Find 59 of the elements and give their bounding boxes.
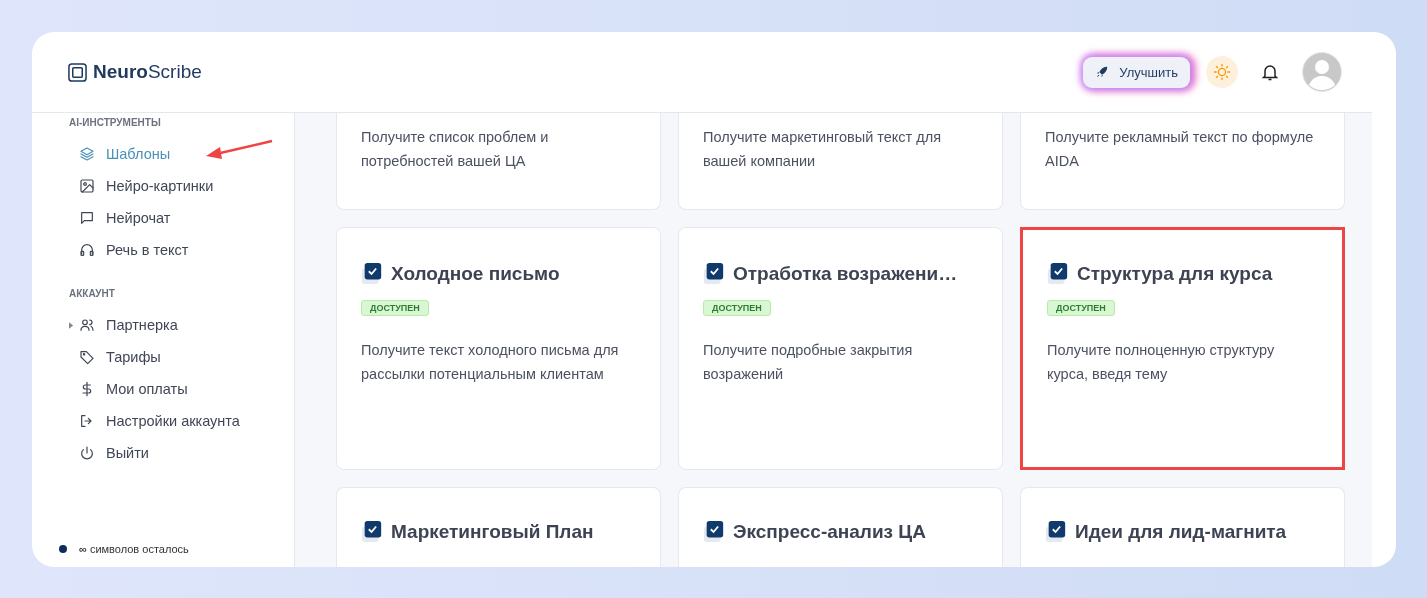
sidebar-item[interactable]: Нейрочат (69, 202, 294, 234)
card-title: Идеи для лид-магнита (1075, 521, 1287, 543)
sidebar-item[interactable]: Партнерка (69, 309, 294, 341)
card-title: Экспресс-анализ ЦА (733, 521, 926, 543)
card-description: Получите полноценную структуру курса, введя тему (1047, 341, 1276, 384)
section-heading: AI-ИНСТРУМЕНТЫ (69, 117, 162, 128)
card-title: Маркетинговый План (391, 521, 594, 543)
template-card[interactable]: Получите маркетинговый текст для вашей компании (678, 113, 1003, 210)
card-description: Получите подробные закрытия возражений (703, 341, 914, 384)
rocket-icon (1095, 65, 1110, 79)
sun-icon (1213, 63, 1231, 81)
chat-bubble-icon (79, 210, 95, 226)
sidebar-item[interactable]: Настройки аккаунта (69, 405, 294, 437)
headphones-icon (79, 242, 95, 258)
template-card[interactable]: Маркетинговый План (336, 487, 661, 567)
sidebar-item[interactable]: Тарифы (69, 341, 294, 373)
section-heading: АККАУНТ (69, 288, 116, 299)
bell-icon[interactable] (1260, 62, 1280, 82)
status-dot-icon (59, 545, 67, 553)
symbols-left-text: ∞ символов осталось (79, 543, 189, 555)
card-title: Структура для курса (1077, 263, 1273, 285)
status-badge: ДОСТУПЕН (361, 300, 429, 316)
card-title: Отработка возражени… (733, 263, 958, 285)
checkbox-icon (361, 262, 383, 286)
checkbox-icon (1047, 262, 1069, 286)
image-icon (79, 178, 95, 194)
template-card[interactable]: Идеи для лид-магнита (1020, 487, 1345, 567)
checkbox-icon (361, 520, 383, 544)
template-card[interactable]: Холодное письмо ДОСТУПЕН Получите текст холодного письма для рассылки потенциальным клиентам (336, 227, 661, 470)
logo-icon (68, 62, 87, 82)
sidebar-item[interactable]: Нейро-картинки (69, 170, 294, 202)
sidebar-item[interactable]: Речь в текст (69, 234, 294, 266)
template-card[interactable]: Отработка возражени… ДОСТУПЕН Получите подробные закрытия возражений (678, 227, 1003, 470)
sidebar-item[interactable]: Шаблоны (69, 138, 294, 170)
card-title: Холодное письмо (391, 263, 560, 285)
users-icon (79, 317, 95, 333)
annotation-arrow (204, 139, 274, 161)
card-description: Получите список проблем и потребностей вашей ЦА (361, 128, 550, 171)
template-card[interactable]: Структура для курса ДОСТУПЕН Получите полноценную структуру курса, введя тему (1020, 227, 1345, 470)
checkbox-icon (703, 262, 725, 286)
template-card[interactable]: Экспресс-анализ ЦА (678, 487, 1003, 567)
upgrade-button[interactable]: Улучшить (1083, 56, 1190, 88)
template-card[interactable]: Получите список проблем и потребностей вашей ЦА (336, 113, 661, 210)
card-description: Получите маркетинговый текст для вашей компании (703, 128, 943, 171)
card-description: Получите рекламный текст по формуле AIDA (1045, 128, 1315, 171)
sidebar-item[interactable]: Выйти (69, 437, 294, 469)
template-card[interactable]: Получите рекламный текст по формуле AIDA (1020, 113, 1345, 210)
power-icon (79, 445, 95, 461)
status-badge: ДОСТУПЕН (1047, 300, 1115, 316)
logo-text[interactable]: NeuroScribe (93, 61, 202, 83)
tag-icon (79, 349, 95, 365)
sidebar-item[interactable]: Мои оплаты (69, 373, 294, 405)
status-badge: ДОСТУПЕН (703, 300, 771, 316)
layers-icon (79, 146, 95, 162)
checkbox-icon (1045, 520, 1067, 544)
card-description: Получите текст холодного письма для рассылки потенциальным клиентам (361, 341, 620, 384)
theme-toggle[interactable] (1206, 56, 1238, 88)
caret-icon[interactable] (69, 321, 74, 329)
checkbox-icon (703, 520, 725, 544)
